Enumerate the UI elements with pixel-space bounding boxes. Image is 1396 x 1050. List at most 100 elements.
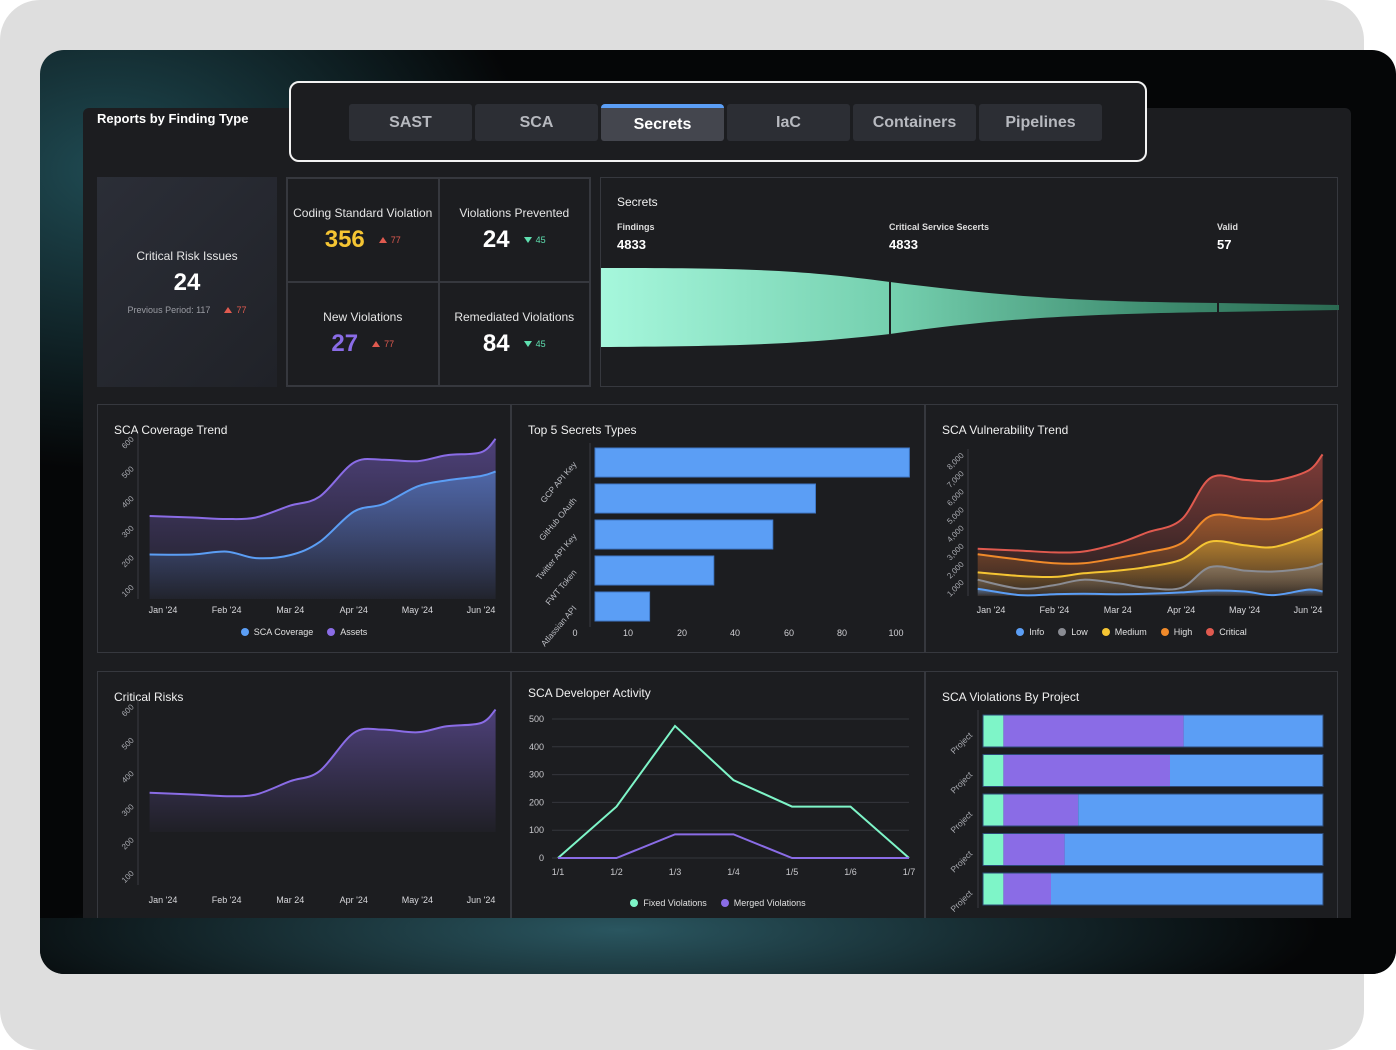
- y-tick-label: 5,000: [945, 505, 966, 526]
- x-tick-label: 60: [784, 628, 794, 638]
- legend-label: Info: [1029, 627, 1045, 637]
- metric-delta: 77: [390, 235, 401, 245]
- bar[interactable]: [594, 519, 774, 550]
- legend-item[interactable]: High: [1160, 627, 1192, 637]
- x-tick-label: 100: [888, 628, 903, 638]
- y-tick-label: 300: [529, 770, 544, 780]
- critical-risk-label: Critical Risk Issues: [136, 249, 238, 263]
- bar-segment[interactable]: [1170, 754, 1323, 787]
- legend-dot-icon: [327, 628, 336, 636]
- bar-segment[interactable]: [1003, 794, 1079, 826]
- x-tick-label: 1/5: [786, 867, 799, 877]
- bar-segment[interactable]: [1183, 715, 1323, 747]
- bar-segment[interactable]: [983, 833, 1004, 866]
- category-label: Project: [948, 809, 974, 835]
- x-tick-label: Jan '24: [977, 605, 1006, 615]
- x-tick-label: Jun '24: [467, 605, 496, 615]
- bar-segment[interactable]: [1064, 833, 1323, 866]
- legend-dot-icon: [240, 628, 249, 636]
- bar-segment[interactable]: [1078, 794, 1323, 826]
- bar[interactable]: [594, 555, 715, 586]
- y-tick-label: 600: [120, 702, 136, 718]
- bar[interactable]: [594, 591, 651, 622]
- legend-label: Medium: [1114, 627, 1147, 637]
- tab-secrets[interactable]: Secrets: [601, 104, 724, 141]
- legend-item[interactable]: Merged Violations: [720, 898, 806, 908]
- x-tick-label: May '24: [402, 605, 433, 615]
- metric-delta: 77: [384, 339, 395, 349]
- metric-value: 24: [482, 226, 510, 253]
- legend-label: Low: [1071, 627, 1088, 637]
- funnel-shape: [601, 268, 1339, 347]
- legend-item[interactable]: Fixed Violations: [630, 898, 707, 908]
- x-tick-label: 10: [623, 628, 633, 638]
- legend-dot-icon: [1101, 628, 1110, 636]
- y-tick-label: 6,000: [945, 487, 966, 508]
- x-tick-label: 1/3: [669, 867, 682, 877]
- bar-segment[interactable]: [1003, 873, 1051, 905]
- legend-item[interactable]: Critical: [1206, 627, 1247, 637]
- series-line[interactable]: [558, 833, 909, 859]
- x-tick-label: 1/4: [727, 867, 740, 877]
- y-tick-label: 400: [529, 742, 544, 752]
- x-tick-label: Jun '24: [1294, 605, 1323, 615]
- legend-item[interactable]: Medium: [1101, 627, 1147, 637]
- legend-dot-icon: [1016, 628, 1025, 636]
- x-tick-label: Feb '24: [1040, 605, 1070, 615]
- previous-period: Previous Period: 117: [127, 305, 211, 315]
- legend-item[interactable]: Low: [1058, 627, 1088, 637]
- tab-iac[interactable]: IaC: [727, 104, 850, 141]
- legend-item[interactable]: Assets: [327, 627, 367, 637]
- metric-label: Violations Prevented: [459, 206, 570, 220]
- vulnerability-chart: 1,0002,0003,0004,0005,0006,0007,0008,000…: [945, 449, 1324, 615]
- x-tick-label: Apr '24: [1167, 605, 1195, 615]
- bar-segment[interactable]: [983, 873, 1004, 905]
- critical-risk-delta: 77: [236, 305, 247, 315]
- legend-label: Assets: [340, 627, 368, 637]
- bar-segment[interactable]: [1003, 833, 1065, 866]
- x-tick-label: Apr '24: [340, 895, 368, 905]
- x-tick-label: 20: [677, 628, 687, 638]
- tab-containers[interactable]: Containers: [853, 104, 976, 141]
- category-label: Atlassian API: [539, 603, 579, 648]
- metric-label: New Violations: [323, 310, 403, 324]
- x-tick-label: Feb '24: [212, 605, 242, 615]
- bar[interactable]: [594, 483, 816, 514]
- legend-dot-icon: [630, 899, 639, 907]
- y-tick-label: 4,000: [945, 523, 966, 544]
- x-tick-label: May '24: [1229, 605, 1260, 615]
- metric-card: Coding Standard Violation 356 77: [287, 178, 439, 282]
- series-line[interactable]: [557, 724, 910, 859]
- y-tick-label: 500: [529, 714, 544, 724]
- bar-segment[interactable]: [1051, 873, 1323, 905]
- bar-segment[interactable]: [983, 794, 1004, 826]
- x-tick-label: Jan '24: [149, 895, 178, 905]
- x-tick-label: Mar 24: [276, 605, 304, 615]
- x-tick-label: Mar 24: [276, 895, 304, 905]
- tab-sast[interactable]: SAST: [349, 104, 472, 141]
- bar-segment[interactable]: [983, 715, 1004, 747]
- y-tick-label: 2,000: [945, 560, 966, 581]
- y-tick-label: 200: [120, 835, 136, 851]
- tab-sca[interactable]: SCA: [475, 104, 598, 141]
- y-tick-label: 100: [120, 869, 136, 885]
- critical-risks-chart: 100 200 300 400 500 600 Jan '24 Feb '24 Mar 24 Ap…: [120, 700, 497, 905]
- legend-label: Merged Violations: [733, 898, 806, 908]
- legend-item[interactable]: SCA Coverage: [240, 627, 313, 637]
- y-tick-label: 1,000: [945, 578, 966, 599]
- x-tick-label: Jun '24: [467, 895, 496, 905]
- metric-delta: 45: [535, 339, 546, 349]
- legend-item[interactable]: Info: [1016, 627, 1044, 637]
- tab-pipelines[interactable]: Pipelines: [979, 104, 1102, 141]
- legend-label: Fixed Violations: [643, 898, 707, 908]
- critical-risk-card: Critical Risk Issues 24 Previous Period:…: [97, 177, 277, 387]
- legend-dot-icon: [1206, 628, 1215, 636]
- funnel-graphic: [601, 268, 1339, 347]
- bar[interactable]: [594, 447, 910, 478]
- bar-segment[interactable]: [1003, 754, 1170, 787]
- arrow-down-icon: [523, 341, 532, 347]
- bar-segment[interactable]: [983, 754, 1004, 787]
- bar-segment[interactable]: [1003, 715, 1184, 747]
- legend-dot-icon: [1058, 628, 1067, 636]
- x-tick-label: Apr '24: [340, 605, 368, 615]
